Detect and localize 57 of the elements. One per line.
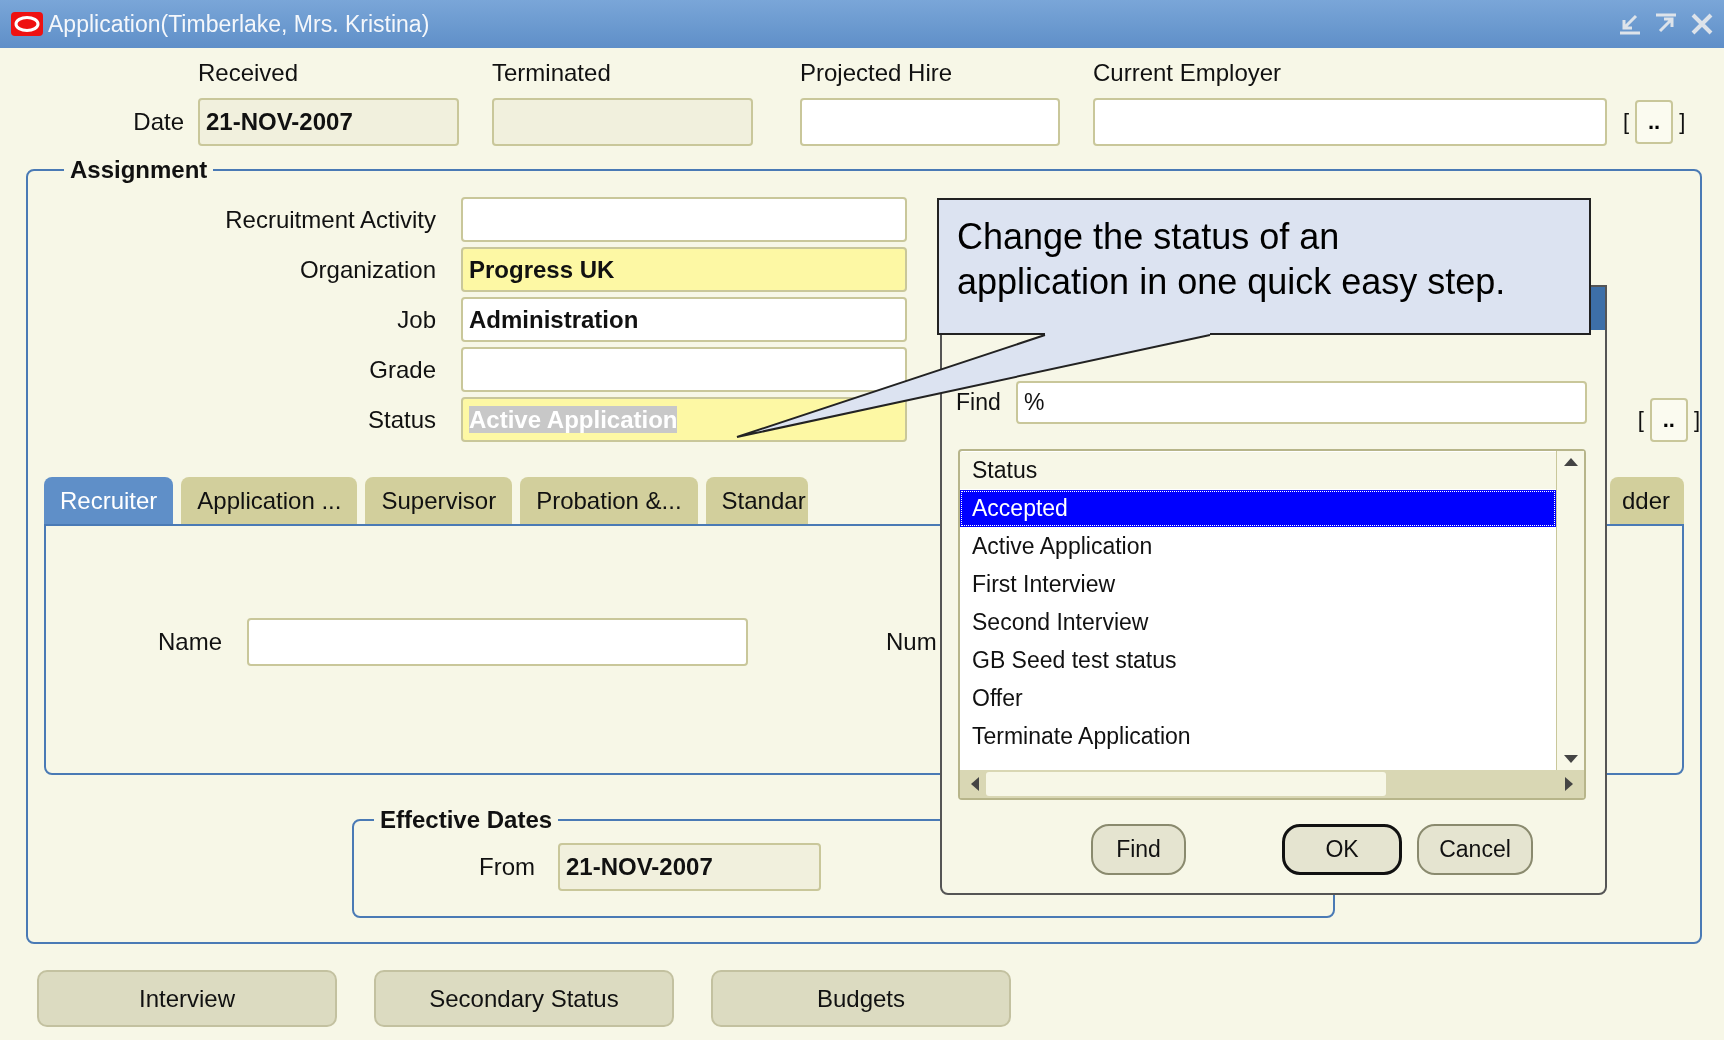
dialog-button[interactable]: Find (1091, 824, 1186, 875)
field-label: Num (886, 627, 937, 657)
input-field[interactable]: Progress UK (461, 247, 907, 292)
list-item[interactable]: GB Seed test status (960, 642, 1556, 679)
input-field[interactable] (1093, 98, 1607, 146)
column-header: Status (960, 452, 1556, 489)
input-field[interactable]: Administration (461, 297, 907, 342)
group-title: Effective Dates (379, 806, 554, 834)
horizontal-scrollbar[interactable] (960, 770, 1584, 798)
bracket: [ (1623, 109, 1630, 135)
tab[interactable]: Supervisor (365, 477, 513, 524)
action-button[interactable]: Secondary Status (374, 970, 674, 1027)
field-label: Name (156, 627, 222, 657)
field-label: Projected Hire (800, 60, 954, 86)
input-field[interactable] (461, 347, 907, 392)
find-label: Find (956, 389, 1002, 416)
bracket: [ (1637, 406, 1644, 433)
field-label: Terminated (492, 60, 612, 86)
list-box[interactable]: Status Accepted Active Application First Interview Second Interview GB Seed test status Offer Terminate Application (958, 449, 1586, 800)
input-field[interactable] (461, 197, 907, 242)
field-label: From (478, 853, 535, 881)
scroll-thumb[interactable] (986, 772, 1386, 796)
window-title: Application(Timberlake, Mrs. Kristina) (48, 10, 431, 38)
list-item[interactable]: First Interview (960, 566, 1556, 603)
tab[interactable]: Standar (705, 477, 808, 524)
bracket: ] (1693, 406, 1700, 433)
action-button[interactable]: Budgets (711, 970, 1011, 1027)
find-field[interactable]: % (1016, 381, 1587, 424)
input-field[interactable]: 21-NOV-2007 (558, 843, 821, 891)
more-button[interactable]: .. (1635, 100, 1674, 144)
field-label: Received (198, 60, 300, 86)
callout-box: Change the status of an application in one quick easy step. (937, 198, 1591, 335)
list-item[interactable]: Terminate Application (960, 718, 1556, 755)
input-field[interactable] (800, 98, 1060, 146)
list-item[interactable]: Offer (960, 680, 1556, 717)
more-button[interactable]: .. (1649, 397, 1688, 442)
field-label: Date (132, 109, 185, 135)
field-label: Recruitment Activity (224, 205, 436, 234)
dialog-button[interactable]: OK (1282, 824, 1402, 875)
field-label: Current Employer (1093, 60, 1283, 86)
field-label: Status (366, 405, 436, 434)
tab[interactable]: Probation &... (520, 477, 698, 524)
list-item[interactable]: Second Interview (960, 604, 1556, 641)
list-item[interactable]: Accepted (960, 490, 1556, 527)
tab[interactable]: dder (1609, 477, 1684, 524)
field-label: Grade (368, 355, 436, 384)
group-title: Assignment (69, 156, 209, 184)
bracket: ] (1679, 109, 1686, 135)
input-field[interactable] (247, 618, 748, 666)
vertical-scrollbar[interactable] (1556, 451, 1584, 770)
list-item[interactable]: Active Application (960, 528, 1556, 565)
action-button[interactable]: Interview (37, 970, 337, 1027)
field-label: Organization (298, 255, 436, 284)
dialog-button[interactable]: Cancel (1417, 824, 1533, 875)
logo-icon (10, 11, 44, 37)
tab[interactable]: Application ... (181, 477, 358, 524)
field-label: Job (396, 305, 436, 334)
